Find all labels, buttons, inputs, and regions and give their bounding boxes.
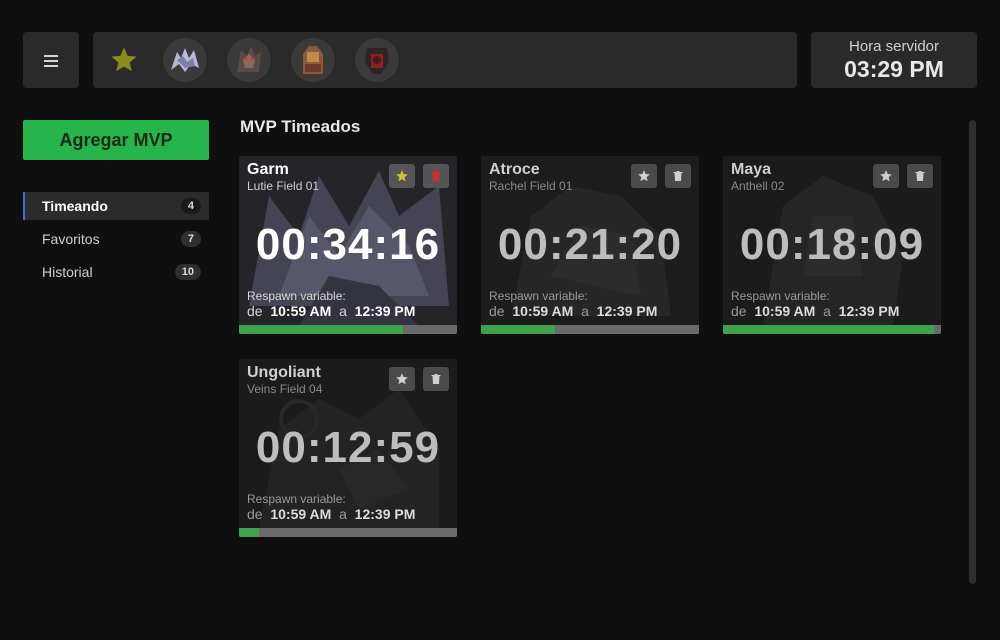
favorite-button[interactable] — [873, 164, 899, 188]
page-title: MVP Timeados — [240, 117, 361, 136]
respawn-to: 12:39 PM — [354, 303, 416, 319]
server-time-panel: Hora servidor 03:29 PM — [811, 32, 977, 88]
progress-fill — [481, 325, 556, 334]
sidebar-item-label: Favoritos — [42, 231, 100, 247]
trash-icon — [431, 374, 441, 384]
mvp-card: Garm Lutie Field 01 00:34:16 Respawn var… — [239, 156, 457, 334]
progress-bar — [723, 325, 941, 334]
countdown-timer: 00:34:16 — [255, 220, 441, 269]
progress-bar — [481, 325, 699, 334]
respawn-label: Respawn variable: — [489, 289, 588, 303]
respawn-label: Respawn variable: — [247, 289, 346, 303]
respawn-to-word: a — [823, 303, 831, 319]
card-actions — [631, 164, 691, 188]
hamburger-icon — [44, 54, 58, 67]
count-badge: 10 — [174, 264, 201, 280]
mvp-name: Garm — [247, 161, 289, 178]
respawn-to: 12:39 PM — [596, 303, 658, 319]
delete-button[interactable] — [423, 164, 449, 188]
star-icon[interactable] — [107, 43, 141, 77]
sidebar-nav: Timeando 4 Favoritos 7 Historial 10 — [23, 192, 209, 291]
favorite-mvp-avatar[interactable] — [163, 38, 207, 82]
respawn-from: 10:59 AM — [270, 506, 332, 522]
progress-bar — [239, 528, 457, 537]
mvp-name: Ungoliant — [247, 364, 321, 381]
favorites-bar — [93, 32, 797, 88]
star-icon — [638, 170, 650, 182]
respawn-to: 12:39 PM — [354, 506, 416, 522]
trash-icon — [673, 171, 683, 181]
progress-fill — [723, 325, 935, 334]
server-time-value: 03:29 PM — [844, 56, 944, 82]
sidebar-item-favoritos[interactable]: Favoritos 7 — [23, 225, 209, 253]
card-actions — [873, 164, 933, 188]
sidebar-item-timeando[interactable]: Timeando 4 — [23, 192, 209, 220]
respawn-to-word: a — [339, 303, 347, 319]
respawn-from: 10:59 AM — [754, 303, 816, 319]
add-mvp-button[interactable]: Agregar MVP — [23, 120, 209, 160]
count-badge: 4 — [180, 198, 201, 214]
sidebar-item-label: Historial — [42, 264, 93, 280]
trash-icon — [431, 171, 441, 181]
respawn-window: de 10:59 AM a 12:39 PM — [489, 303, 657, 319]
respawn-from-word: de — [247, 506, 263, 522]
count-badge: 7 — [180, 231, 201, 247]
mvp-map: Veins Field 04 — [247, 382, 323, 396]
respawn-from: 10:59 AM — [270, 303, 332, 319]
countdown-timer: 00:12:59 — [255, 423, 441, 472]
respawn-window: de 10:59 AM a 12:39 PM — [247, 303, 415, 319]
respawn-to-word: a — [581, 303, 589, 319]
respawn-window: de 10:59 AM a 12:39 PM — [731, 303, 899, 319]
respawn-from: 10:59 AM — [512, 303, 574, 319]
mvp-map: Rachel Field 01 — [489, 179, 573, 193]
sidebar-item-label: Timeando — [42, 198, 108, 214]
mvp-map: Lutie Field 01 — [247, 179, 320, 193]
mvp-card: Atroce Rachel Field 01 00:21:20 Respawn … — [481, 156, 699, 334]
delete-button[interactable] — [423, 367, 449, 391]
star-icon — [396, 170, 408, 182]
star-icon — [396, 373, 408, 385]
respawn-from-word: de — [731, 303, 747, 319]
favorite-mvp-avatar[interactable] — [291, 38, 335, 82]
progress-fill — [239, 528, 259, 537]
mvp-card: Maya Anthell 02 00:18:09 Respawn variabl… — [723, 156, 941, 334]
delete-button[interactable] — [907, 164, 933, 188]
sidebar-item-historial[interactable]: Historial 10 — [23, 258, 209, 286]
mvp-name: Maya — [731, 161, 772, 178]
favorite-button[interactable] — [389, 164, 415, 188]
respawn-to: 12:39 PM — [838, 303, 900, 319]
countdown-timer: 00:18:09 — [739, 220, 925, 269]
respawn-to-word: a — [339, 506, 347, 522]
scrollbar[interactable] — [969, 120, 976, 584]
favorite-button[interactable] — [631, 164, 657, 188]
card-actions — [389, 367, 449, 391]
respawn-from-word: de — [247, 303, 263, 319]
mvp-map: Anthell 02 — [731, 179, 785, 193]
respawn-label: Respawn variable: — [247, 492, 346, 506]
respawn-label: Respawn variable: — [731, 289, 830, 303]
delete-button[interactable] — [665, 164, 691, 188]
mvp-card: Ungoliant Veins Field 04 00:12:59 Respaw… — [239, 359, 457, 537]
respawn-window: de 10:59 AM a 12:39 PM — [247, 506, 415, 522]
card-actions — [389, 164, 449, 188]
respawn-from-word: de — [489, 303, 505, 319]
server-time-label: Hora servidor — [848, 38, 940, 55]
star-icon — [880, 170, 892, 182]
favorite-button[interactable] — [389, 367, 415, 391]
favorite-mvp-avatar[interactable] — [355, 38, 399, 82]
mvp-name: Atroce — [489, 161, 540, 178]
countdown-timer: 00:21:20 — [497, 220, 683, 269]
trash-icon — [915, 171, 925, 181]
progress-bar — [239, 325, 457, 334]
menu-button[interactable] — [23, 32, 79, 88]
progress-fill — [239, 325, 403, 334]
favorite-mvp-avatar[interactable] — [227, 38, 271, 82]
